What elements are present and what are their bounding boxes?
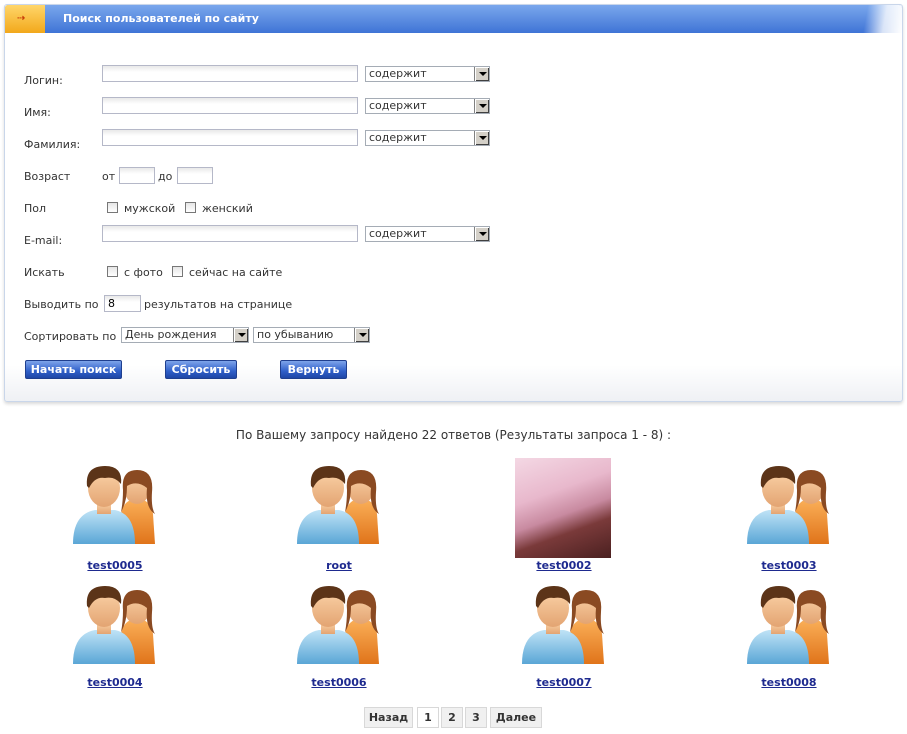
sort-label: Сортировать по bbox=[24, 330, 117, 343]
users-icon[interactable] bbox=[289, 578, 389, 668]
sort-order-value: по убыванию bbox=[257, 328, 334, 341]
sort-field-value: День рождения bbox=[125, 328, 217, 341]
chevron-down-icon[interactable] bbox=[474, 131, 489, 145]
sort-order-select[interactable]: по убыванию bbox=[253, 327, 370, 343]
name-label: Имя: bbox=[24, 106, 51, 119]
arrow-icon: ⇢ bbox=[17, 13, 26, 24]
male-label: мужской bbox=[124, 202, 176, 215]
online-label: сейчас на сайте bbox=[189, 266, 283, 279]
surname-mode-select[interactable]: содержит bbox=[365, 130, 490, 146]
users-icon[interactable] bbox=[739, 578, 839, 668]
page-button-3[interactable]: 3 bbox=[465, 707, 487, 728]
user-card: test0006 bbox=[284, 578, 394, 692]
user-card: test0004 bbox=[60, 578, 170, 692]
start-search-button[interactable]: Начать поиск bbox=[25, 360, 122, 379]
reset-button[interactable]: Сбросить bbox=[165, 360, 237, 379]
chevron-down-icon[interactable] bbox=[354, 328, 369, 342]
header-decoration bbox=[842, 5, 902, 33]
with-photo-label: с фото bbox=[124, 266, 163, 279]
users-icon[interactable] bbox=[65, 578, 165, 668]
header-tab: ⇢ bbox=[5, 5, 45, 33]
users-icon[interactable] bbox=[514, 578, 614, 668]
user-link[interactable]: test0005 bbox=[60, 559, 170, 572]
user-card: test0002 bbox=[509, 458, 619, 574]
surname-mode-value: содержит bbox=[369, 131, 427, 144]
user-card: root bbox=[284, 458, 394, 574]
user-card: test0005 bbox=[60, 458, 170, 574]
gender-label: Пол bbox=[24, 202, 47, 215]
user-link[interactable]: test0002 bbox=[509, 559, 619, 572]
login-mode-value: содержит bbox=[369, 67, 427, 80]
chevron-down-icon[interactable] bbox=[233, 328, 248, 342]
user-photo[interactable] bbox=[515, 458, 611, 558]
user-link[interactable]: test0003 bbox=[734, 559, 844, 572]
prev-page-button[interactable]: Назад bbox=[364, 707, 413, 728]
user-card: test0007 bbox=[509, 578, 619, 692]
email-field[interactable] bbox=[102, 225, 358, 242]
panel-title: Поиск пользователей по сайту bbox=[63, 12, 259, 25]
name-mode-value: содержит bbox=[369, 99, 427, 112]
search-options-label: Искать bbox=[24, 266, 65, 279]
name-mode-select[interactable]: содержит bbox=[365, 98, 490, 114]
page-button-2[interactable]: 2 bbox=[441, 707, 463, 728]
user-link[interactable]: root bbox=[284, 559, 394, 572]
chevron-down-icon[interactable] bbox=[474, 227, 489, 241]
sort-field-select[interactable]: День рождения bbox=[121, 327, 249, 343]
login-mode-select[interactable]: содержит bbox=[365, 66, 490, 82]
users-icon[interactable] bbox=[739, 458, 839, 548]
chevron-down-icon[interactable] bbox=[474, 99, 489, 113]
users-icon[interactable] bbox=[65, 458, 165, 548]
age-from-label: от bbox=[102, 170, 116, 183]
back-button[interactable]: Вернуть bbox=[280, 360, 347, 379]
female-checkbox[interactable] bbox=[185, 202, 196, 213]
email-mode-select[interactable]: содержит bbox=[365, 226, 490, 242]
surname-label: Фамилия: bbox=[24, 138, 81, 151]
age-to-label: до bbox=[158, 170, 173, 183]
login-label: Логин: bbox=[24, 74, 63, 87]
next-page-button[interactable]: Далее bbox=[490, 707, 542, 728]
user-link[interactable]: test0007 bbox=[509, 676, 619, 689]
user-link[interactable]: test0006 bbox=[284, 676, 394, 689]
panel-header: ⇢ Поиск пользователей по сайту bbox=[5, 5, 902, 33]
login-input[interactable] bbox=[102, 65, 358, 82]
name-input[interactable] bbox=[102, 97, 358, 114]
surname-input[interactable] bbox=[102, 129, 358, 146]
with-photo-checkbox[interactable] bbox=[107, 266, 118, 277]
user-card: test0008 bbox=[734, 578, 844, 692]
age-from-input[interactable] bbox=[119, 167, 155, 184]
female-label: женский bbox=[202, 202, 253, 215]
chevron-down-icon[interactable] bbox=[474, 67, 489, 81]
user-link[interactable]: test0008 bbox=[734, 676, 844, 689]
age-to-input[interactable] bbox=[177, 167, 213, 184]
male-checkbox[interactable] bbox=[107, 202, 118, 213]
online-checkbox[interactable] bbox=[172, 266, 183, 277]
user-link[interactable]: test0004 bbox=[60, 676, 170, 689]
per-page-label: Выводить по bbox=[24, 298, 99, 311]
email-mode-value: содержит bbox=[369, 227, 427, 240]
per-page-suffix: результатов на странице bbox=[144, 298, 293, 311]
results-summary: По Вашему запросу найдено 22 ответов (Ре… bbox=[235, 428, 672, 442]
email-label: E-mail: bbox=[24, 234, 63, 247]
users-icon[interactable] bbox=[289, 458, 389, 548]
per-page-input[interactable] bbox=[104, 295, 141, 312]
age-label: Возраст bbox=[24, 170, 71, 183]
user-card: test0003 bbox=[734, 458, 844, 574]
page-button-1[interactable]: 1 bbox=[417, 707, 439, 728]
